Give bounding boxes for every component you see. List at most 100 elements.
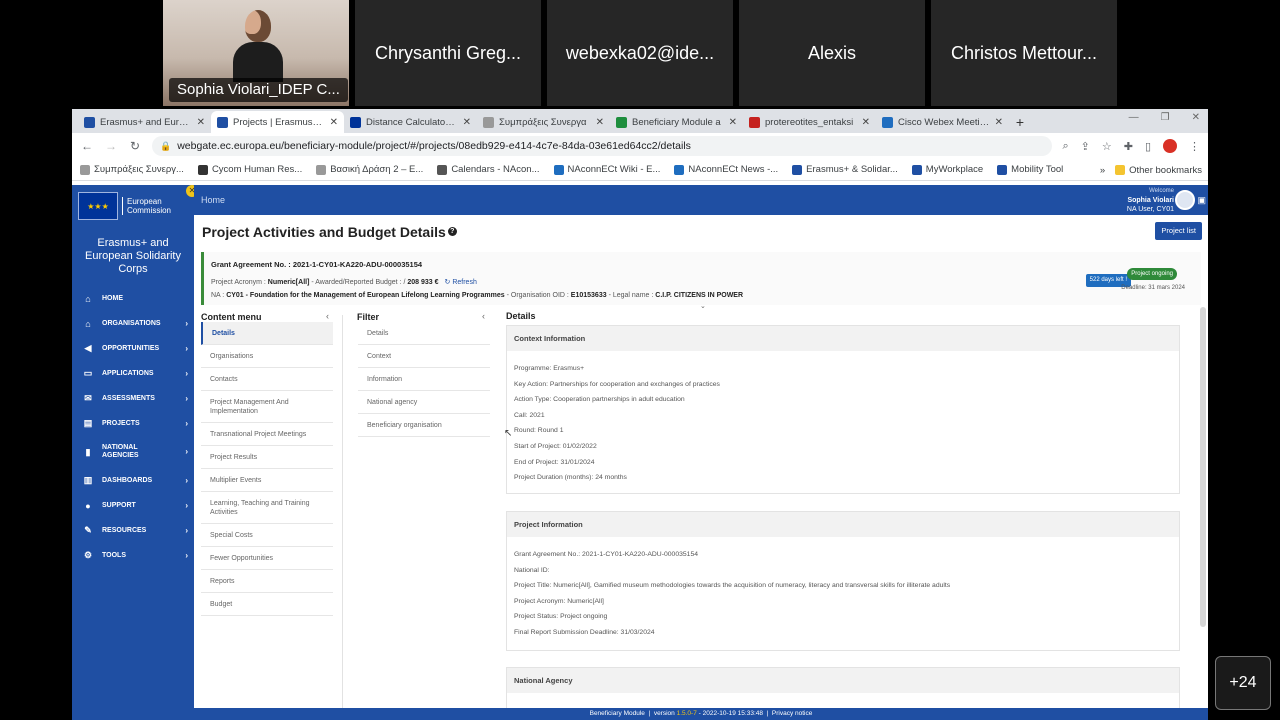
close-icon[interactable]: ✕ bbox=[596, 117, 604, 128]
tab-favicon-icon bbox=[84, 116, 95, 128]
avatar[interactable] bbox=[1175, 190, 1195, 210]
scrollbar[interactable] bbox=[1200, 307, 1206, 627]
detail-row: Round: Round 1 bbox=[514, 427, 564, 435]
project-list-button[interactable]: Project list bbox=[1155, 222, 1202, 240]
sidebar-item-tools[interactable]: ⚙ TOOLS › bbox=[72, 543, 194, 568]
close-icon[interactable]: ✕ bbox=[862, 117, 870, 128]
tab-favicon-icon bbox=[882, 116, 893, 128]
national-agencies-icon: ▮ bbox=[85, 447, 91, 457]
content-menu-item[interactable]: Transnational Project Meetings bbox=[201, 423, 333, 446]
sidebar-item-assessments[interactable]: ✉ ASSESSMENTS › bbox=[72, 386, 194, 411]
browser-tab[interactable]: protereotites_entaksi ✕ bbox=[743, 111, 876, 133]
browser-tab-active[interactable]: Projects | Erasmus+ a ✕ bbox=[211, 111, 344, 133]
content-menu-item[interactable]: Organisations bbox=[201, 345, 333, 368]
bookmarks-overflow-button[interactable]: » bbox=[1100, 165, 1105, 176]
browser-tab[interactable]: Erasmus+ and Europe ✕ bbox=[78, 111, 211, 133]
url-field[interactable]: 🔒 webgate.ec.europa.eu/beneficiary-modul… bbox=[152, 136, 1053, 156]
sidebar-item-opportunities[interactable]: ◀ OPPORTUNITIES › bbox=[72, 336, 194, 361]
bookmark-item[interactable]: Mobility Tool bbox=[997, 164, 1063, 175]
divider bbox=[342, 315, 343, 708]
help-icon[interactable]: ? bbox=[447, 227, 457, 236]
close-window-icon[interactable]: ✕ bbox=[1192, 112, 1200, 123]
content-menu-item[interactable]: Fewer Opportunities bbox=[201, 547, 333, 570]
bookmark-item[interactable]: Calendars - NAcon... bbox=[437, 164, 540, 175]
bookmark-item[interactable]: MyWorkplace bbox=[911, 164, 983, 175]
collapse-left-icon[interactable]: ‹ bbox=[326, 311, 329, 321]
filter-item[interactable]: Information bbox=[358, 368, 490, 391]
refresh-button[interactable]: ↻ Refresh bbox=[445, 279, 477, 286]
forward-icon[interactable]: → bbox=[104, 139, 118, 153]
bookmark-item[interactable]: Συμπράξεις Συνεργ... bbox=[80, 164, 184, 175]
bookmark-item[interactable]: NAconnECt Wiki - E... bbox=[553, 164, 660, 175]
content-menu-item[interactable]: Reports bbox=[201, 570, 333, 593]
close-icon[interactable]: ✕ bbox=[330, 117, 338, 128]
browser-tab[interactable]: Distance Calculator | E ✕ bbox=[344, 111, 477, 133]
sidebar-item-dashboards[interactable]: ▥ DASHBOARDS › bbox=[72, 468, 194, 493]
browser-tab[interactable]: Συμπράξεις Συνεργα ✕ bbox=[477, 111, 610, 133]
content-menu-item[interactable]: Project Management And Implementation bbox=[201, 391, 333, 423]
content-menu-item-details[interactable]: Details bbox=[201, 322, 333, 345]
bookmark-star-icon[interactable]: ☆ bbox=[1102, 140, 1112, 153]
sidebar-item-applications[interactable]: ▭ APPLICATIONS › bbox=[72, 361, 194, 386]
browser-tab[interactable]: Cisco Webex Meeting ✕ bbox=[876, 111, 1009, 133]
close-icon[interactable]: ✕ bbox=[463, 117, 471, 128]
zoom-icon[interactable]: ⌕ bbox=[1062, 140, 1068, 153]
sidebar-item-projects[interactable]: ▤ PROJECTS › bbox=[72, 411, 194, 436]
back-icon[interactable]: ← bbox=[80, 139, 94, 153]
filter-item[interactable]: Beneficiary organisation bbox=[358, 414, 490, 437]
tab-favicon-icon bbox=[217, 116, 228, 128]
participant-tile[interactable]: Alexis bbox=[739, 0, 925, 106]
close-icon[interactable]: ✕ bbox=[729, 117, 737, 128]
participant-video-tile[interactable]: Sophia Violari_IDEP C... bbox=[163, 0, 349, 106]
collapse-left-icon[interactable]: ‹ bbox=[482, 311, 485, 321]
more-participants-button[interactable]: +24 bbox=[1215, 656, 1271, 710]
content-menu-item[interactable]: Special Costs bbox=[201, 524, 333, 547]
language-icon[interactable]: ▣ bbox=[1197, 195, 1206, 206]
sidebar-item-organisations[interactable]: ⌂ ORGANISATIONS › bbox=[72, 311, 194, 336]
menu-kebab-icon[interactable]: ⋮ bbox=[1189, 140, 1200, 153]
logo-text-line: Commission bbox=[127, 206, 172, 215]
participant-tile[interactable]: Christos Mettour... bbox=[931, 0, 1117, 106]
bookmark-item[interactable]: Erasmus+ & Solidar... bbox=[792, 164, 898, 175]
minimize-icon[interactable]: — bbox=[1129, 112, 1139, 123]
content-menu-item[interactable]: Project Results bbox=[201, 446, 333, 469]
project-information-card: Project Information Grant Agreement No.:… bbox=[506, 511, 1180, 651]
share-icon[interactable]: ⇪ bbox=[1081, 140, 1090, 153]
user-info[interactable]: Welcome Sophia Violari NA User, CY01 bbox=[1127, 187, 1174, 214]
ec-logo[interactable]: ★★★ European Commission bbox=[72, 185, 194, 227]
bookmark-item[interactable]: NAconnECt News -... bbox=[674, 164, 778, 175]
footer: Beneficiary Module | version 1.5.0-7 - 2… bbox=[194, 708, 1208, 720]
sidebar-item-national-agencies[interactable]: ▮ NATIONAL AGENCIES › bbox=[72, 436, 194, 468]
filter-item[interactable]: National agency bbox=[358, 391, 490, 414]
bookmark-item[interactable]: Βασική Δράση 2 – Ε... bbox=[316, 164, 423, 175]
close-icon[interactable]: ✕ bbox=[197, 117, 205, 128]
sidebar-item-support[interactable]: ● SUPPORT › bbox=[72, 493, 194, 518]
filter-item[interactable]: Details bbox=[358, 322, 490, 345]
maximize-icon[interactable]: ❐ bbox=[1161, 112, 1170, 123]
page-title-text: Project Activities and Budget Details bbox=[202, 224, 446, 240]
breadcrumb-home[interactable]: Home bbox=[201, 195, 225, 205]
participant-tile[interactable]: webexka02@ide... bbox=[547, 0, 733, 106]
other-bookmarks[interactable]: Other bookmarks bbox=[1115, 165, 1202, 176]
sidepanel-icon[interactable]: ▯ bbox=[1145, 140, 1151, 153]
detail-row: Project Acronym: Numeric[All] bbox=[514, 597, 604, 605]
participant-tile[interactable]: Chrysanthi Greg... bbox=[355, 0, 541, 106]
content-menu-item[interactable]: Budget bbox=[201, 593, 333, 616]
filter-item[interactable]: Context bbox=[358, 345, 490, 368]
browser-tab[interactable]: Beneficiary Module a ✕ bbox=[610, 111, 743, 133]
new-tab-button[interactable]: + bbox=[1009, 111, 1031, 133]
bookmark-item[interactable]: Cycom Human Res... bbox=[197, 164, 302, 175]
reload-icon[interactable]: ↻ bbox=[128, 139, 142, 153]
sidebar-item-home[interactable]: ⌂ HOME bbox=[72, 286, 194, 311]
sidebar-item-resources[interactable]: ✎ RESOURCES › bbox=[72, 518, 194, 543]
content-menu-item[interactable]: Learning, Teaching and Training Activiti… bbox=[201, 492, 333, 524]
extensions-icon[interactable]: ✚ bbox=[1124, 140, 1133, 153]
content-menu-item[interactable]: Multiplier Events bbox=[201, 469, 333, 492]
close-icon[interactable]: ✕ bbox=[995, 117, 1003, 128]
app-topbar: Home Welcome Sophia Violari NA User, CY0… bbox=[194, 185, 1208, 215]
privacy-notice-link[interactable]: Privacy notice bbox=[772, 710, 812, 717]
profile-avatar-icon[interactable] bbox=[1163, 139, 1177, 153]
content-menu-item[interactable]: Contacts bbox=[201, 368, 333, 391]
dashboards-icon: ▥ bbox=[83, 475, 93, 485]
label: Project Acronym : bbox=[211, 279, 268, 286]
